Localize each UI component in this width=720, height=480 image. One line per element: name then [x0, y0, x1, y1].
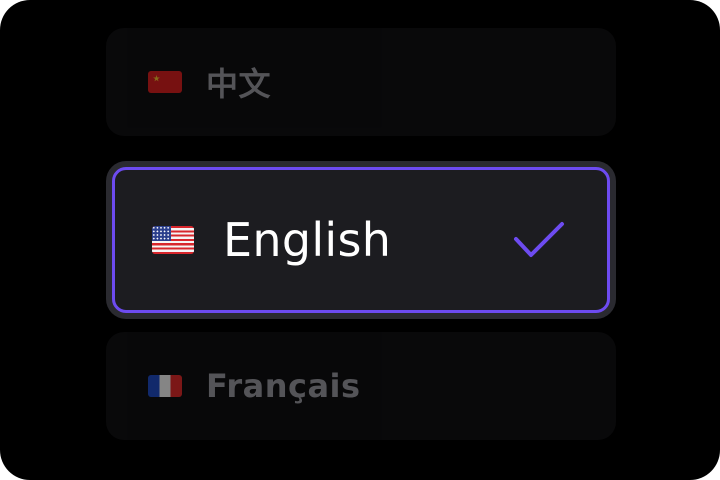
selected-option-highlight: English — [112, 167, 610, 313]
language-label: 中文 — [206, 65, 272, 103]
language-option-chinese[interactable]: 中文 — [106, 28, 616, 136]
language-label: English — [223, 213, 392, 267]
checkmark-icon — [514, 222, 564, 257]
language-picker: 中文 English Français — [0, 0, 720, 480]
china-flag-icon — [148, 71, 182, 93]
us-flag-icon — [152, 226, 194, 254]
language-option-english[interactable]: English — [106, 161, 616, 319]
france-flag-icon — [148, 375, 182, 397]
language-label: Français — [206, 367, 361, 405]
language-option-french[interactable]: Français — [106, 332, 616, 440]
